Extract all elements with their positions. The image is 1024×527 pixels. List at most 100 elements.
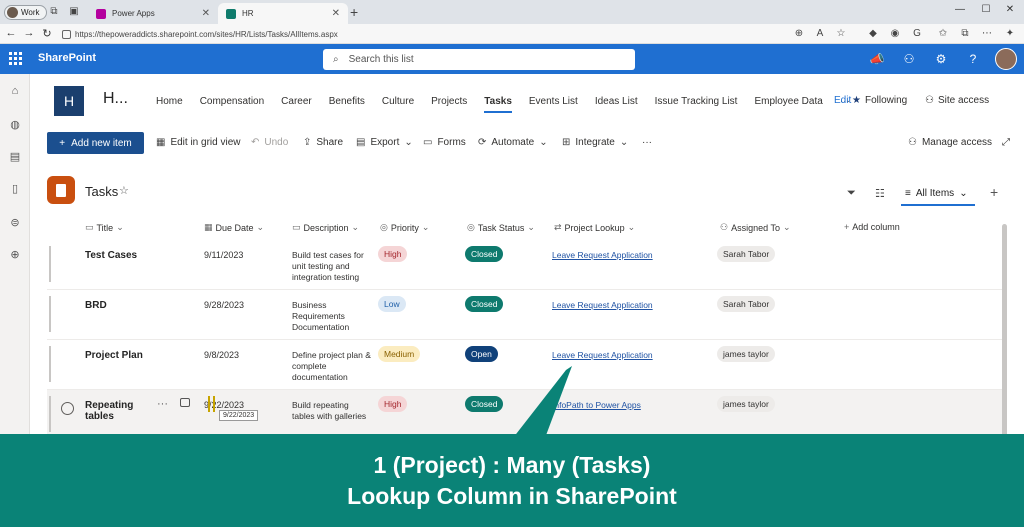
nav-item-employee-data[interactable]: Employee Data [754,96,822,107]
home-icon[interactable]: ⌂ [8,84,22,98]
group-icon[interactable]: ☷ [875,187,885,200]
forward-icon[interactable]: → [22,27,36,39]
column-header-description[interactable]: ▭ Description ⌄ [292,222,359,233]
browser-tab-hr[interactable]: HR ✕ [218,3,348,24]
url-field[interactable]: https://thepoweraddicts.sharepoint.com/s… [62,26,752,42]
back-icon[interactable]: ← [4,27,18,39]
title-cell[interactable]: Test Cases [85,250,155,261]
refresh-icon[interactable]: ↻ [40,27,54,40]
forms-button[interactable]: ▭ Forms [423,137,466,148]
browser-tab-powerapps[interactable]: Power Apps ✕ [88,3,218,24]
favorite-icon[interactable]: ☆ [834,27,848,41]
column-header-priority[interactable]: ◎ Priority ⌄ [380,222,429,233]
gear-icon[interactable]: ⚙ [933,51,949,67]
title-cell[interactable]: Project Plan [85,350,155,361]
connections-icon[interactable]: ⚇ [901,51,917,67]
search-input[interactable]: ⌕ Search this list [323,49,635,70]
title-cell[interactable]: BRD [85,300,155,311]
globe-icon[interactable]: ◍ [8,118,22,132]
share-button[interactable]: ⇪ Share [303,137,343,148]
list-icon [47,176,75,204]
project-lookup-link[interactable]: Leave Request Application [552,300,653,310]
column-header-due-date[interactable]: ▦ Due Date ⌄ [204,222,264,233]
assigned-to-persona[interactable]: Sarah Tabor [717,296,776,312]
extension-icon[interactable]: ◉ [888,27,902,41]
row-more-icon[interactable]: ··· [157,398,168,410]
undo-button[interactable]: ↶ Undo [251,137,288,148]
add-view-icon[interactable]: + [990,184,998,200]
column-header-title[interactable]: ▭ Title ⌄ [85,222,124,233]
column-header-task-status[interactable]: ◎ Task Status ⌄ [467,222,535,233]
profile-button[interactable]: Work [4,5,47,20]
extension-icon[interactable]: ◆ [866,27,880,41]
workspaces-icon[interactable]: ⧉ [48,6,60,18]
title-cell[interactable]: Repeating tables [85,400,155,422]
following-button[interactable]: ★ Following [852,95,907,106]
assigned-to-persona[interactable]: james taylor [717,396,775,412]
view-selector[interactable]: ≡ All Items ⌄ [901,182,975,206]
new-tab-icon[interactable]: + [350,4,358,20]
add-column-button[interactable]: + Add column [844,222,900,232]
read-aloud-icon[interactable]: A [813,27,827,41]
table-row[interactable]: Repeating tables ··· 9/22/2023 Build rep… [47,390,1003,440]
row-select-checkbox[interactable] [61,402,74,415]
nav-item-events-list[interactable]: Events List [529,96,578,107]
more-browser-icon[interactable]: ⋯ [980,27,994,41]
user-avatar[interactable] [995,48,1017,70]
site-access-button[interactable]: ⚇ Site access [925,95,989,106]
edit-grid-button[interactable]: ▦ Edit in grid view [156,137,240,148]
tab-actions-icon[interactable]: ▣ [68,6,80,18]
sharepoint-title[interactable]: SharePoint [38,52,96,64]
nav-item-compensation[interactable]: Compensation [200,96,264,107]
megaphone-icon[interactable]: 📣 [869,51,885,67]
expand-icon[interactable]: ⤢ [1002,137,1010,148]
copilot-icon[interactable]: ✦ [1003,27,1017,41]
edit-nav-link[interactable]: Edit [834,95,851,106]
collections-icon[interactable]: ⧉ [958,27,972,41]
suite-bar: SharePoint ⌕ Search this list 📣 ⚇ ⚙ ? [0,44,1024,74]
manage-access-button[interactable]: ⚇ Manage access [908,137,992,148]
project-lookup-link[interactable]: InfoPath to Power Apps [552,400,641,410]
site-logo[interactable]: H [54,86,84,116]
export-button[interactable]: ▤ Export ⌄ [356,137,413,148]
close-tab-icon[interactable]: ✕ [332,8,340,19]
nav-item-home[interactable]: Home [156,96,183,107]
database-icon[interactable]: ⊜ [8,216,22,230]
table-row[interactable]: Project Plan 9/8/2023 Define project pla… [47,340,1003,390]
nav-item-tasks[interactable]: Tasks [484,96,512,113]
filter-icon[interactable]: ⏷ [847,187,856,200]
table-row[interactable]: Test Cases 9/11/2023 Build test cases fo… [47,240,1003,290]
close-window-icon[interactable]: ✕ [1000,4,1020,15]
add-new-item-button[interactable]: + Add new item [47,132,144,154]
comment-icon[interactable] [180,398,190,407]
extension-icon[interactable]: G [910,27,924,41]
create-icon[interactable]: ⊕ [8,248,22,262]
project-lookup-link[interactable]: Leave Request Application [552,350,653,360]
app-launcher-icon[interactable] [9,52,22,65]
minimize-icon[interactable]: — [950,4,970,15]
favorite-list-icon[interactable]: ☆ [119,184,129,197]
nav-item-culture[interactable]: Culture [382,96,414,107]
help-icon[interactable]: ? [965,51,981,67]
favorites-bar-icon[interactable]: ✩ [936,27,950,41]
news-icon[interactable]: ▤ [8,150,22,164]
table-row[interactable]: BRD 9/28/2023 Business Requirements Docu… [47,290,1003,340]
assigned-to-persona[interactable]: Sarah Tabor [717,246,776,262]
nav-item-benefits[interactable]: Benefits [329,96,365,107]
zoom-icon[interactable]: ⊕ [792,27,806,41]
maximize-icon[interactable]: ☐ [976,4,996,15]
project-lookup-link[interactable]: Leave Request Application [552,250,653,260]
file-icon[interactable]: ▯ [8,182,22,196]
more-commands-button[interactable]: ··· [642,137,652,148]
nav-item-projects[interactable]: Projects [431,96,467,107]
nav-item-ideas-list[interactable]: Ideas List [595,96,638,107]
automate-button[interactable]: ⟳ Automate ⌄ [478,137,548,148]
close-tab-icon[interactable]: ✕ [202,8,210,19]
column-header-assigned-to[interactable]: ⚇ Assigned To ⌄ [720,222,791,233]
nav-item-career[interactable]: Career [281,96,312,107]
site-name[interactable]: H... [103,90,128,108]
integrate-button[interactable]: ⊞ Integrate ⌄ [562,137,628,148]
column-header-project-lookup[interactable]: ⇄ Project Lookup ⌄ [554,222,635,233]
nav-item-issue-tracking[interactable]: Issue Tracking List [655,96,738,107]
assigned-to-persona[interactable]: james taylor [717,346,775,362]
